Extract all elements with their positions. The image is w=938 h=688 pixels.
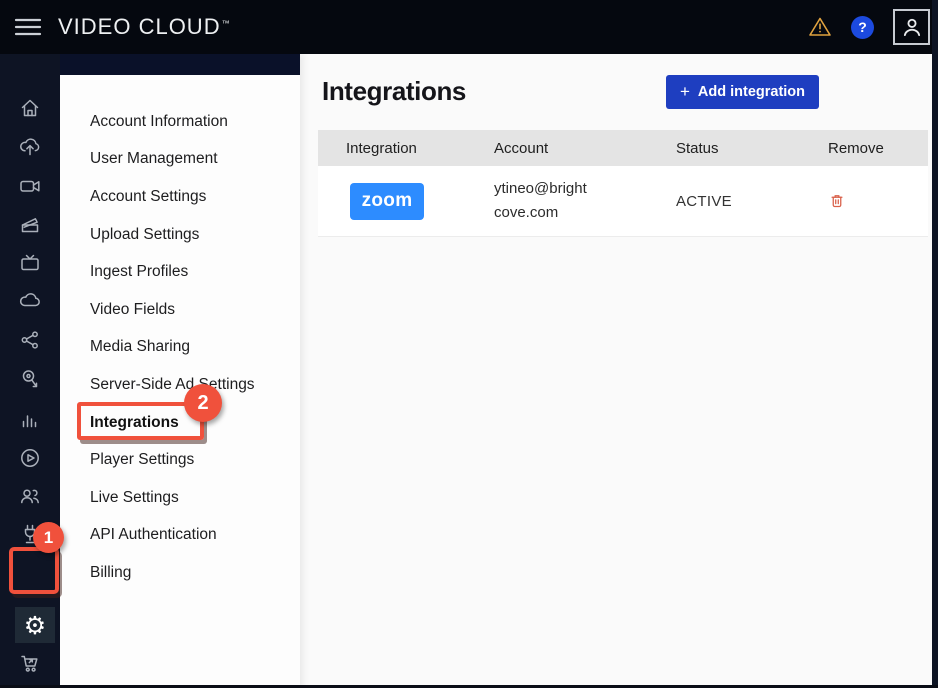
trash-icon bbox=[828, 191, 846, 211]
analytics-icon[interactable] bbox=[18, 408, 42, 432]
account-profile-icon[interactable] bbox=[893, 9, 930, 45]
remove-cell bbox=[800, 191, 928, 211]
settings-menu: Account Information User Management Acco… bbox=[60, 75, 300, 592]
trademark-symbol: ™ bbox=[222, 19, 231, 28]
plug-icon[interactable] bbox=[18, 522, 42, 546]
sidebar-item-video-fields[interactable]: Video Fields bbox=[60, 291, 300, 329]
audience-icon[interactable] bbox=[18, 484, 42, 508]
table-row: zoom ytineo@brightcove.com ACTIVE bbox=[318, 166, 928, 237]
hamburger-menu-icon[interactable] bbox=[14, 14, 44, 40]
interactivity-tap-icon[interactable] bbox=[18, 367, 42, 391]
sidebar-item-account-settings[interactable]: Account Settings bbox=[60, 178, 300, 216]
settings-sidebar: Account Information User Management Acco… bbox=[60, 54, 300, 688]
plus-icon: + bbox=[680, 82, 690, 102]
warning-icon[interactable] bbox=[808, 15, 832, 39]
sidebar-item-ingest-profiles[interactable]: Ingest Profiles bbox=[60, 253, 300, 291]
upload-icon[interactable] bbox=[18, 135, 42, 159]
share-icon[interactable] bbox=[18, 328, 42, 352]
clapperboard-icon[interactable] bbox=[18, 213, 42, 237]
tv-icon[interactable] bbox=[18, 251, 42, 275]
col-header-account: Account bbox=[466, 140, 648, 157]
sidebar-item-api-authentication[interactable]: API Authentication bbox=[60, 517, 300, 555]
account-email: ytineo@brightcove.com bbox=[494, 177, 590, 225]
col-header-status: Status bbox=[648, 140, 800, 157]
icon-rail: ⚙ bbox=[0, 54, 60, 688]
status-badge: ACTIVE bbox=[676, 193, 732, 210]
page-title: Integrations bbox=[322, 76, 466, 107]
video-cloud-logo: VIDEO CLOUD™ bbox=[58, 14, 231, 40]
sidebar-item-live-settings[interactable]: Live Settings bbox=[60, 479, 300, 517]
sidebar-item-upload-settings[interactable]: Upload Settings bbox=[60, 216, 300, 254]
remove-integration-button[interactable] bbox=[828, 191, 846, 211]
video-cloud-app: VIDEO CLOUD™ ? bbox=[0, 0, 938, 688]
sidebar-item-user-management[interactable]: User Management bbox=[60, 141, 300, 179]
table-header-row: Integration Account Status Remove bbox=[318, 130, 928, 166]
add-integration-button[interactable]: + Add integration bbox=[666, 75, 819, 109]
cloud-icon[interactable] bbox=[18, 289, 42, 313]
integrations-table: Integration Account Status Remove zoom y… bbox=[318, 130, 928, 237]
col-header-integration: Integration bbox=[318, 140, 466, 157]
sidebar-item-server-side-ad-settings[interactable]: Server-Side Ad Settings bbox=[60, 366, 300, 404]
question-mark: ? bbox=[858, 19, 867, 35]
status-cell: ACTIVE bbox=[648, 193, 800, 210]
sidebar-item-account-information[interactable]: Account Information bbox=[60, 103, 300, 141]
col-header-remove: Remove bbox=[800, 140, 928, 157]
marketplace-cart-icon[interactable] bbox=[18, 651, 42, 675]
topbar: VIDEO CLOUD™ ? bbox=[0, 0, 938, 54]
logo-text: VIDEO CLOUD bbox=[58, 14, 221, 39]
sidebar-header-strip bbox=[60, 54, 300, 75]
player-icon[interactable] bbox=[18, 446, 42, 470]
account-cell: ytineo@brightcove.com bbox=[466, 177, 648, 225]
sidebar-item-media-sharing[interactable]: Media Sharing bbox=[60, 329, 300, 367]
settings-gear-icon[interactable]: ⚙ bbox=[15, 607, 55, 643]
zoom-logo: zoom bbox=[350, 183, 424, 220]
gear-glyph: ⚙ bbox=[24, 613, 46, 638]
home-icon[interactable] bbox=[18, 96, 42, 120]
video-camera-icon[interactable] bbox=[18, 174, 42, 198]
sidebar-item-billing[interactable]: Billing bbox=[60, 554, 300, 592]
main-content: Integrations + Add integration Integrati… bbox=[300, 54, 932, 688]
add-integration-label: Add integration bbox=[698, 84, 805, 100]
sidebar-item-integrations[interactable]: Integrations bbox=[60, 404, 300, 442]
topbar-actions: ? bbox=[808, 0, 930, 54]
right-edge-strip bbox=[932, 0, 938, 688]
help-icon[interactable]: ? bbox=[851, 16, 874, 39]
integration-cell: zoom bbox=[318, 183, 466, 220]
sidebar-item-player-settings[interactable]: Player Settings bbox=[60, 441, 300, 479]
